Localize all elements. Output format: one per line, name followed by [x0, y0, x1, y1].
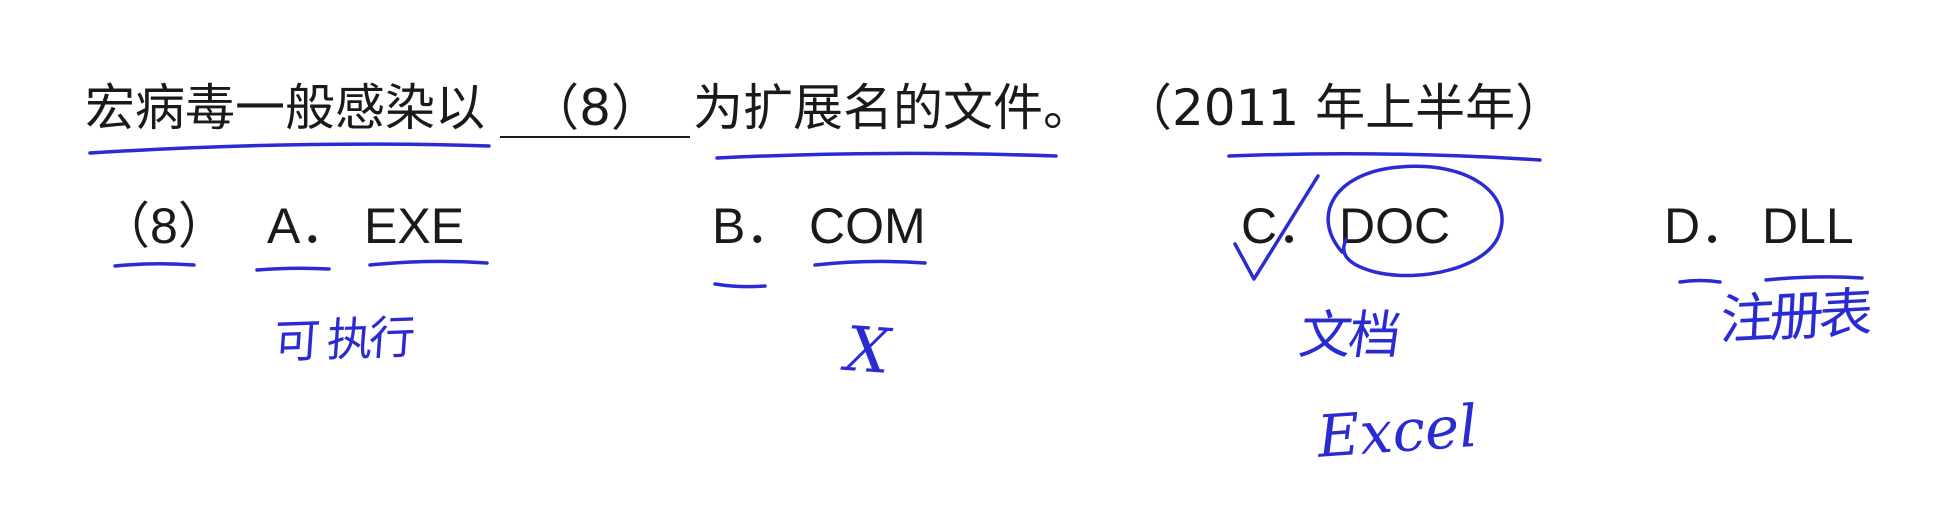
stem-underline-1 [88, 142, 491, 155]
question-stem-after: 为扩展名的文件。 [693, 79, 1093, 137]
stem-underline-2 [715, 151, 1058, 160]
option-b-letter: B． [712, 198, 796, 254]
handwritten-note-d: 注册表 [1718, 281, 1870, 352]
option-a-letter: A． [267, 198, 351, 254]
option-d-text: DLL [1762, 198, 1854, 254]
option-d-letter-underline [1678, 278, 1722, 284]
handwritten-note-b: X [843, 312, 893, 388]
option-c-letter: C． [1241, 198, 1328, 254]
option-b-text: COM [809, 198, 926, 254]
question-stem-before: 宏病毒一般感染以 [85, 79, 485, 137]
option-c-text: DOC [1339, 198, 1451, 254]
option-d-text-underline [1764, 275, 1864, 282]
handwritten-note-c: 文档 [1295, 306, 1403, 366]
option-a-letter-underline [255, 266, 331, 272]
option-number-underline [113, 261, 196, 268]
option-a-text-underline [368, 259, 489, 267]
option-b-letter-underline [713, 282, 767, 289]
option-b-text-underline [813, 259, 927, 267]
option-a-text: EXE [364, 198, 465, 254]
option-number: （8） [100, 198, 228, 254]
question-source: （2011 年上半年） [1122, 79, 1566, 137]
question-blank: （8） [500, 78, 690, 138]
handwritten-note-c-excel: Excel [1315, 391, 1480, 471]
exam-question-page: 宏病毒一般感染以 （8） 为扩展名的文件。 （2011 年上半年） （8） A．… [0, 0, 1956, 514]
stem-underline-3 [1227, 152, 1542, 162]
handwritten-note-a: 可 执行 [272, 310, 413, 369]
option-d-letter: D． [1664, 198, 1751, 254]
